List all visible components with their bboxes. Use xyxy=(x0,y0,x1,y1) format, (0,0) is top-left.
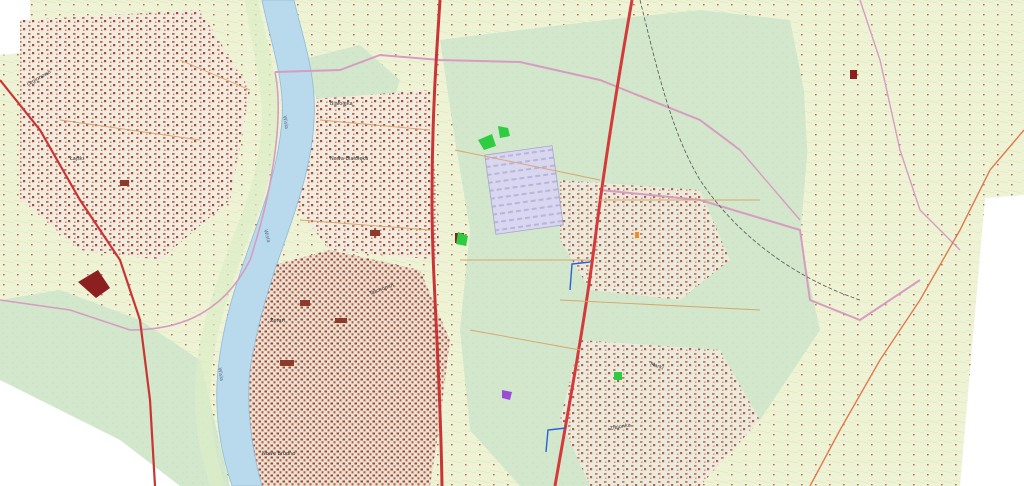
building-block-1 xyxy=(300,300,310,306)
building-block-4 xyxy=(370,230,380,236)
district-label-sw: Żerań xyxy=(270,317,285,324)
building-block-6 xyxy=(850,70,857,79)
building-block-5 xyxy=(120,180,129,186)
district-label-south: Nowe Bródno xyxy=(262,450,295,457)
building-block-2 xyxy=(335,318,347,323)
topographic-map: Wisła Wisła Wisła Legionowo Łajski Biało… xyxy=(0,0,1024,486)
district-label-west-centre: Łajski xyxy=(69,156,84,162)
green-area-south xyxy=(614,372,622,380)
district-label-centre-1: Białołęka xyxy=(330,101,353,107)
building-block-3 xyxy=(280,360,294,366)
orange-spot xyxy=(635,232,639,238)
district-label-centre-2: Nowa Białołęka xyxy=(330,156,368,162)
